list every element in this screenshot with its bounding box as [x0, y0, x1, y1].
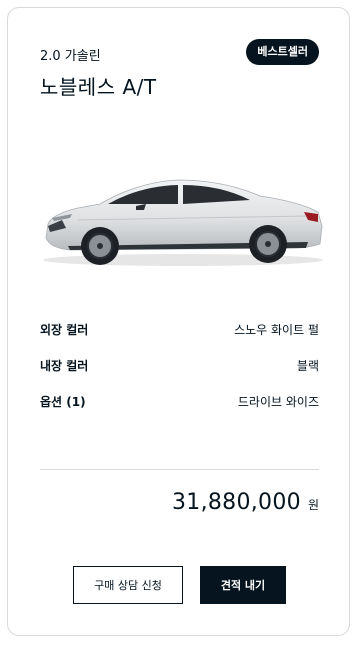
price-unit: 원: [307, 498, 319, 512]
car-image: [43, 179, 323, 266]
purchase-consult-button[interactable]: 구매 상담 신청: [73, 566, 183, 604]
vehicle-card: 2.0 가솔린 노블레스 A/T 베스트셀러 외장 컬러 스노우 화이트 펄 내…: [7, 7, 350, 636]
price: 31,880,000 원: [172, 490, 319, 515]
trim-label: 2.0 가솔린: [40, 49, 101, 64]
spec-list: 외장 컬러 스노우 화이트 펄 내장 컬러 블랙 옵션 (1) 드라이브 와이즈: [40, 321, 319, 429]
spec-value: 드라이브 와이즈: [237, 395, 319, 409]
spec-row-options: 옵션 (1) 드라이브 와이즈: [40, 393, 319, 429]
get-quote-button[interactable]: 견적 내기: [200, 566, 286, 604]
spec-label: 외장 컬러: [40, 323, 89, 337]
divider: [40, 469, 319, 470]
spec-value: 스노우 화이트 펄: [234, 323, 319, 337]
price-amount: 31,880,000: [171, 490, 301, 515]
spec-label: 옵션 (1): [40, 395, 86, 409]
spec-row-interior: 내장 컬러 블랙: [40, 357, 319, 393]
spec-row-exterior: 외장 컬러 스노우 화이트 펄: [40, 321, 319, 357]
model-name: 노블레스 A/T: [40, 75, 157, 99]
spec-label: 내장 컬러: [40, 359, 89, 373]
spec-value: 블랙: [296, 359, 319, 373]
bestseller-badge: 베스트셀러: [246, 39, 319, 65]
